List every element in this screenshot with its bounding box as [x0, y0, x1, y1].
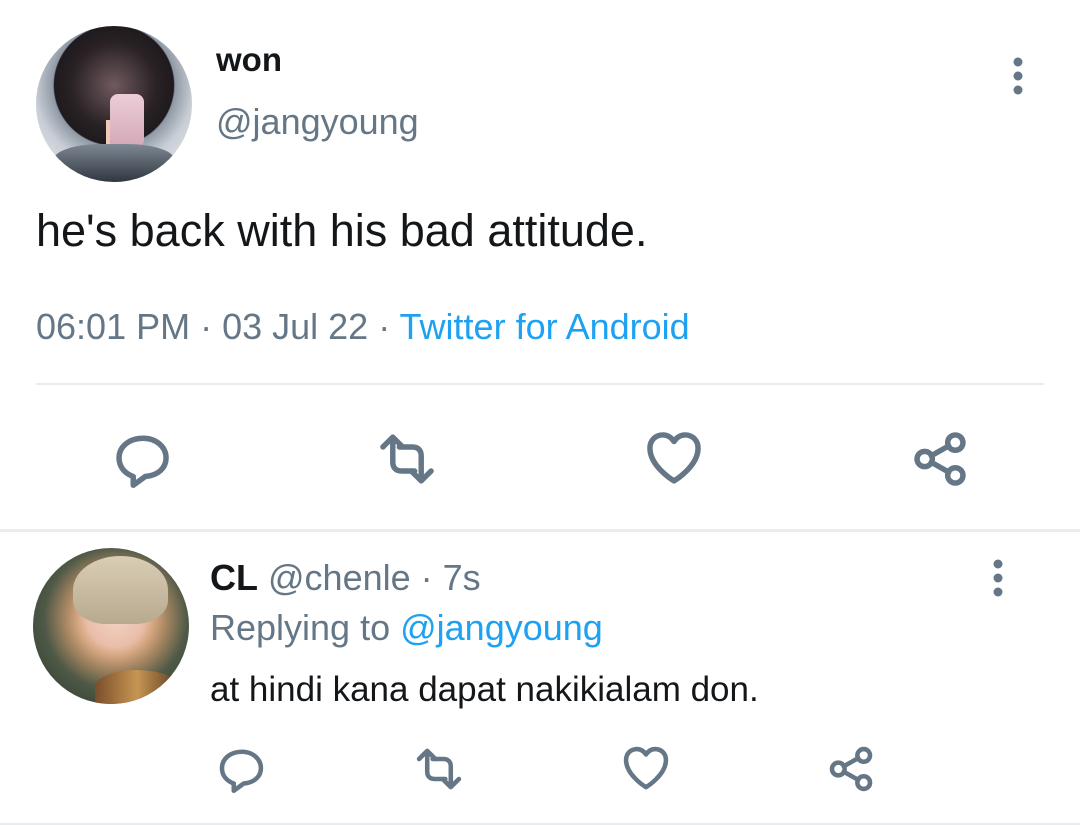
retweet-icon[interactable]	[410, 740, 468, 798]
replying-to: Replying to @jangyoung	[210, 607, 603, 649]
divider	[36, 383, 1044, 385]
reply-icon[interactable]	[107, 424, 177, 494]
meta-separator: ·	[190, 306, 223, 347]
meta-separator: ·	[368, 306, 400, 347]
author-name[interactable]: won	[216, 41, 282, 79]
more-vertical-icon[interactable]	[1001, 52, 1035, 100]
replying-handle-link[interactable]: @jangyoung	[400, 607, 603, 648]
tweet-detail-page: won @jangyoung he's back with his bad at…	[0, 0, 1080, 825]
reply-age: 7s	[442, 557, 481, 598]
heart-icon[interactable]	[639, 424, 709, 494]
tweet-meta: 06:01 PM · 03 Jul 22 · Twitter for Andro…	[36, 306, 690, 348]
retweet-icon[interactable]	[372, 424, 442, 494]
reply-author-name[interactable]: CL	[210, 557, 258, 598]
avatar[interactable]	[36, 26, 192, 182]
reply-text: at hindi kana dapat nakikialam don.	[210, 670, 759, 709]
reply-separator: ·	[410, 557, 443, 598]
author-handle[interactable]: @jangyoung	[216, 101, 419, 143]
reply-header: CL @chenle · 7s	[210, 557, 481, 599]
reply-icon[interactable]	[212, 740, 270, 798]
avatar[interactable]	[33, 548, 189, 704]
tweet-date: 03 Jul 22	[222, 306, 369, 347]
tweet-source-link[interactable]: Twitter for Android	[400, 306, 690, 347]
more-vertical-icon[interactable]	[981, 554, 1015, 602]
main-tweet: won @jangyoung he's back with his bad at…	[0, 0, 1080, 530]
share-icon[interactable]	[905, 424, 975, 494]
reply-author-handle[interactable]: @chenle	[268, 557, 411, 598]
heart-icon[interactable]	[617, 740, 675, 798]
reply-tweet[interactable]: CL @chenle · 7s Replying to @jangyoung a…	[0, 532, 1080, 825]
share-icon[interactable]	[822, 740, 880, 798]
replying-prefix: Replying to	[210, 607, 401, 648]
tweet-text: he's back with his bad attitude.	[36, 205, 648, 256]
tweet-time: 06:01 PM	[36, 306, 191, 347]
